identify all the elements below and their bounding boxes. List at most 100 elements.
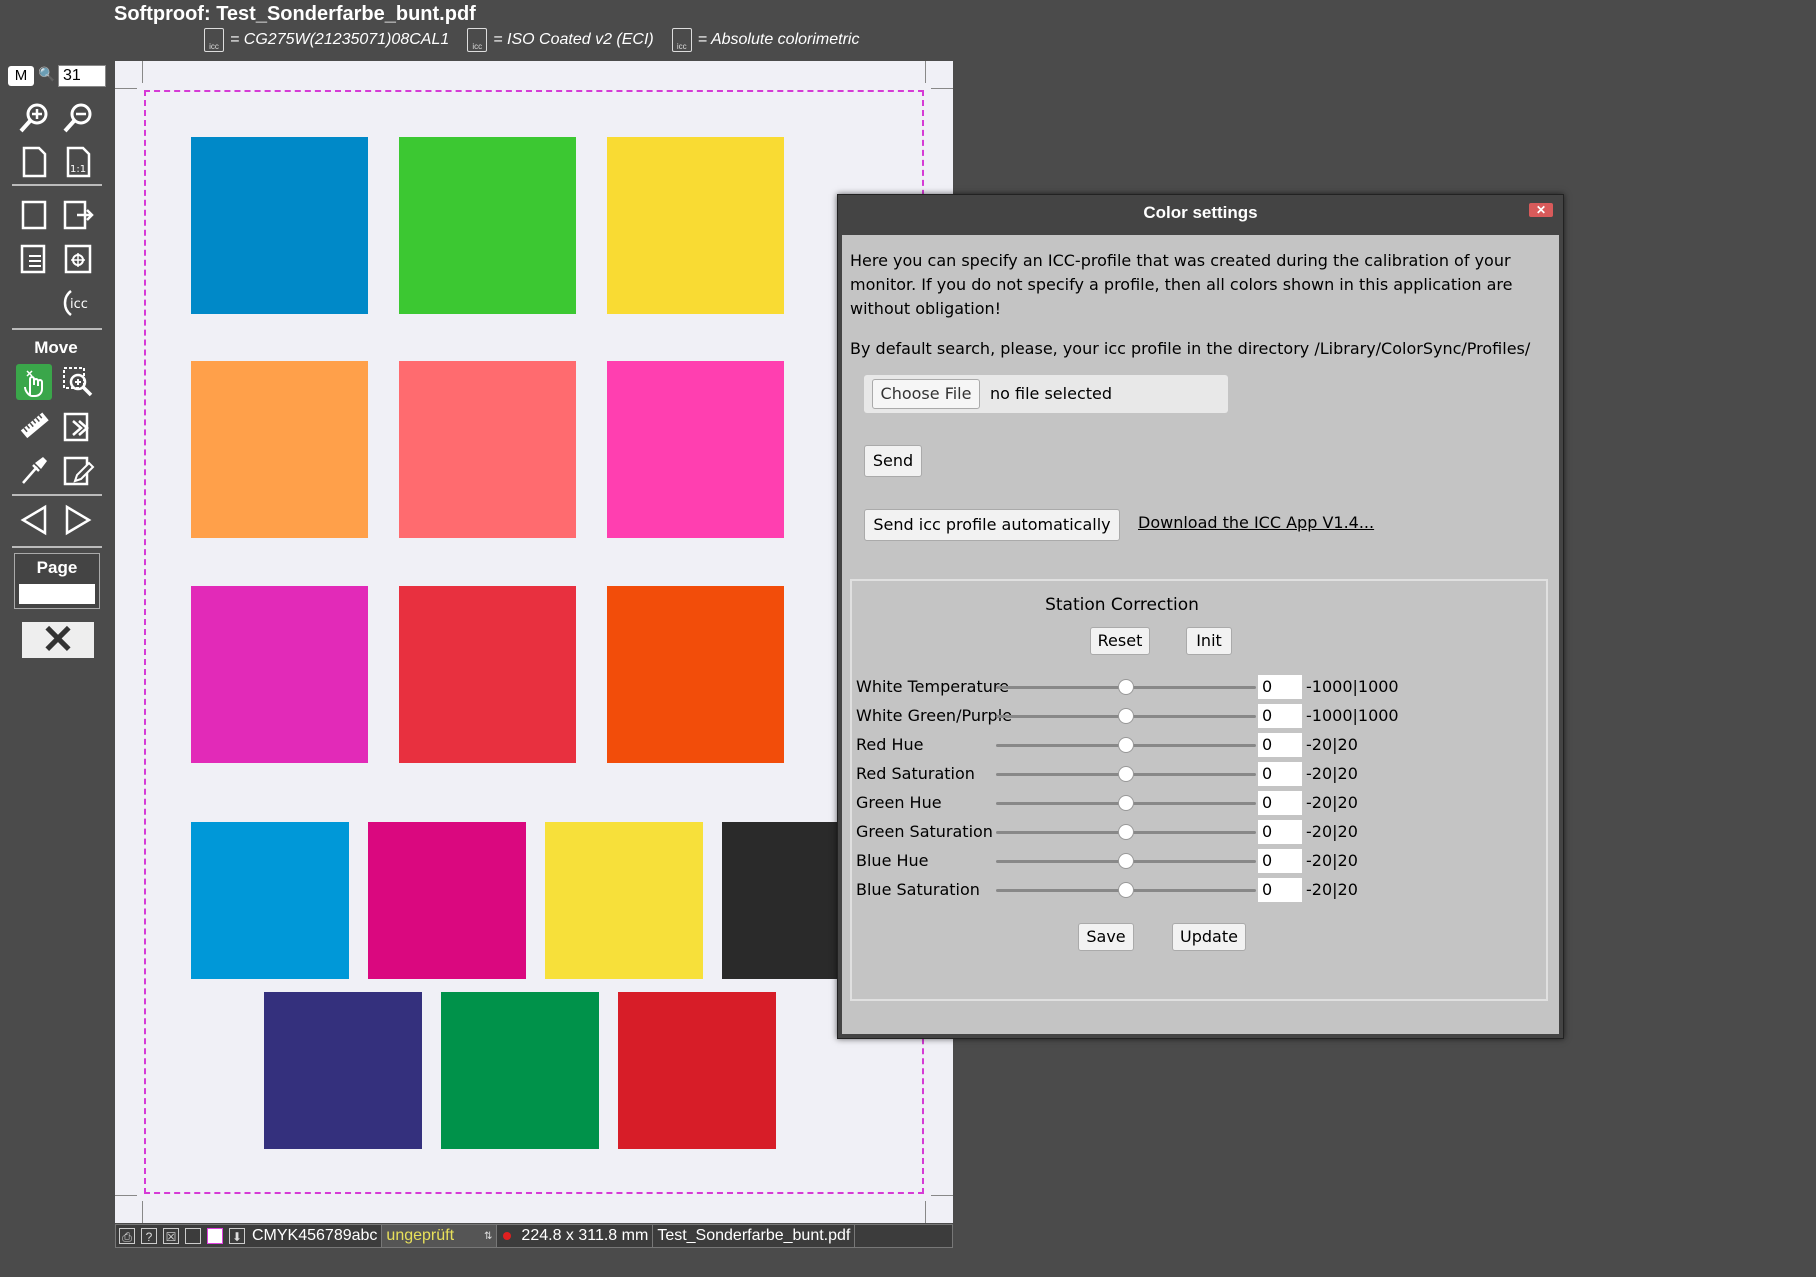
profile-info: icc = CG275W(21235071)08CAL1 icc = ISO C…	[204, 28, 859, 52]
slider-row: Blue Saturation 0 -20|20	[856, 878, 1546, 902]
page-target-icon[interactable]	[60, 240, 96, 276]
svg-text:icc: icc	[70, 297, 88, 312]
color-swatch	[607, 137, 784, 314]
send-button[interactable]: Send	[864, 445, 922, 477]
color-swatch	[607, 586, 784, 763]
ruler-icon[interactable]	[16, 408, 52, 444]
slider-label: Green Saturation	[856, 822, 993, 841]
zoom-small-icon: 🔍	[38, 66, 56, 82]
crop-icon[interactable]: ☒	[163, 1228, 179, 1244]
slider-handle[interactable]	[1118, 882, 1134, 898]
color-swatch	[399, 586, 576, 763]
page-list-icon[interactable]	[16, 240, 52, 276]
init-button[interactable]: Init	[1186, 627, 1232, 655]
check-state-select[interactable]: ungeprüft ⇅	[382, 1225, 498, 1247]
color-swatch	[191, 822, 349, 979]
status-dot-icon	[503, 1232, 512, 1240]
print-icon[interactable]: ⎙	[119, 1228, 135, 1244]
slider-label: White Temperature	[856, 677, 1009, 696]
next-pages-icon[interactable]	[60, 408, 96, 444]
mode-button[interactable]: M	[8, 66, 34, 86]
trim-toggle-icon[interactable]	[207, 1228, 223, 1244]
file-input[interactable]: Choose File no file selected	[864, 375, 1228, 413]
page-size: 224.8 x 311.8 mm	[517, 1225, 654, 1247]
slider-value-input[interactable]: 0	[1258, 820, 1302, 844]
frame-icon[interactable]	[185, 1228, 201, 1244]
slider-range: -20|20	[1306, 793, 1358, 812]
slider-value-input[interactable]: 0	[1258, 791, 1302, 815]
edit-page-icon[interactable]	[60, 452, 96, 488]
dialog-body: Here you can specify an ICC-profile that…	[842, 235, 1559, 1034]
slider-row: Red Saturation 0 -20|20	[856, 762, 1546, 786]
color-swatch	[399, 137, 576, 314]
file-status: no file selected	[990, 384, 1113, 403]
slider-range: -20|20	[1306, 764, 1358, 783]
color-swatch	[545, 822, 703, 979]
actual-size-icon[interactable]: 1:1	[60, 144, 96, 180]
close-icon[interactable]: ✕	[1529, 203, 1553, 217]
slider-row: Blue Hue 0 -20|20	[856, 849, 1546, 873]
slider-label: Red Saturation	[856, 764, 975, 783]
close-document-button[interactable]: ✕	[22, 620, 94, 660]
slider-handle[interactable]	[1118, 824, 1134, 840]
rendering-intent: = Absolute colorimetric	[697, 31, 860, 48]
color-swatch	[191, 137, 368, 314]
slider-label: Red Hue	[856, 735, 924, 754]
monitor-icc-icon: icc	[204, 28, 224, 52]
document-page[interactable]	[115, 61, 953, 1223]
slider-label: Blue Hue	[856, 851, 929, 870]
slider-handle[interactable]	[1118, 708, 1134, 724]
page-input[interactable]	[19, 584, 95, 604]
slider-row: Green Hue 0 -20|20	[856, 791, 1546, 815]
slider-value-input[interactable]: 0	[1258, 675, 1302, 699]
slider-handle[interactable]	[1118, 853, 1134, 869]
slider-value-input[interactable]: 0	[1258, 733, 1302, 757]
slider-handle[interactable]	[1118, 795, 1134, 811]
slider-value-input[interactable]: 0	[1258, 762, 1302, 786]
eyedropper-icon[interactable]	[16, 452, 52, 488]
intent-icc-icon: icc	[671, 28, 692, 52]
slider-handle[interactable]	[1118, 679, 1134, 695]
slider-value-input[interactable]: 0	[1258, 849, 1302, 873]
next-page-icon[interactable]	[60, 502, 96, 538]
slider-label: Blue Saturation	[856, 880, 980, 899]
previous-page-icon[interactable]	[16, 502, 52, 538]
help-icon[interactable]: ?	[141, 1228, 157, 1244]
choose-file-button[interactable]: Choose File	[872, 379, 980, 409]
update-button[interactable]: Update	[1172, 923, 1246, 951]
hand-tool-icon[interactable]	[16, 364, 52, 400]
zoom-out-icon[interactable]	[60, 100, 96, 136]
reset-button[interactable]: Reset	[1090, 627, 1150, 655]
status-bar: ⎙ ? ☒ ⬇ CMYK456789abc ungeprüft ⇅ 224.8 x…	[115, 1224, 953, 1248]
fit-page-icon[interactable]	[16, 144, 52, 180]
default-directory-text: By default search, please, your icc prof…	[850, 339, 1531, 358]
slider-label: Green Hue	[856, 793, 942, 812]
color-settings-dialog: Color settings ✕ Here you can specify an…	[837, 194, 1564, 1039]
send-auto-button[interactable]: Send icc profile automatically	[864, 509, 1120, 541]
save-button[interactable]: Save	[1078, 923, 1134, 951]
slider-range: -20|20	[1306, 735, 1358, 754]
slider-handle[interactable]	[1118, 737, 1134, 753]
slider-label: White Green/Purple	[856, 706, 1012, 725]
icc-icon[interactable]: icc	[60, 284, 96, 320]
slider-row: Red Hue 0 -20|20	[856, 733, 1546, 757]
zoom-area-icon[interactable]	[60, 364, 96, 400]
slider-range: -1000|1000	[1306, 677, 1399, 696]
slider-value-input[interactable]: 0	[1258, 704, 1302, 728]
download-icc-app-link[interactable]: Download the ICC App V1.4...	[1138, 513, 1374, 532]
document-icc-icon: icc	[467, 28, 488, 52]
move-label: Move	[34, 338, 78, 357]
slider-range: -20|20	[1306, 851, 1358, 870]
slider-handle[interactable]	[1118, 766, 1134, 782]
export-page-icon[interactable]	[60, 196, 96, 232]
slider-value-input[interactable]: 0	[1258, 878, 1302, 902]
zoom-in-icon[interactable]	[16, 100, 52, 136]
slider-row: White Green/Purple 0 -1000|1000	[856, 704, 1546, 728]
slider-row: White Temperature 0 -1000|1000	[856, 675, 1546, 699]
intro-line-1: Here you can specify an ICC-profile that…	[850, 251, 1511, 270]
page-icon[interactable]	[16, 196, 52, 232]
zoom-input[interactable]: 31	[58, 65, 106, 87]
channels: CMYK456789abc	[248, 1225, 383, 1247]
download-icon[interactable]: ⬇	[229, 1228, 245, 1244]
monitor-profile: = CG275W(21235071)08CAL1	[230, 31, 450, 48]
